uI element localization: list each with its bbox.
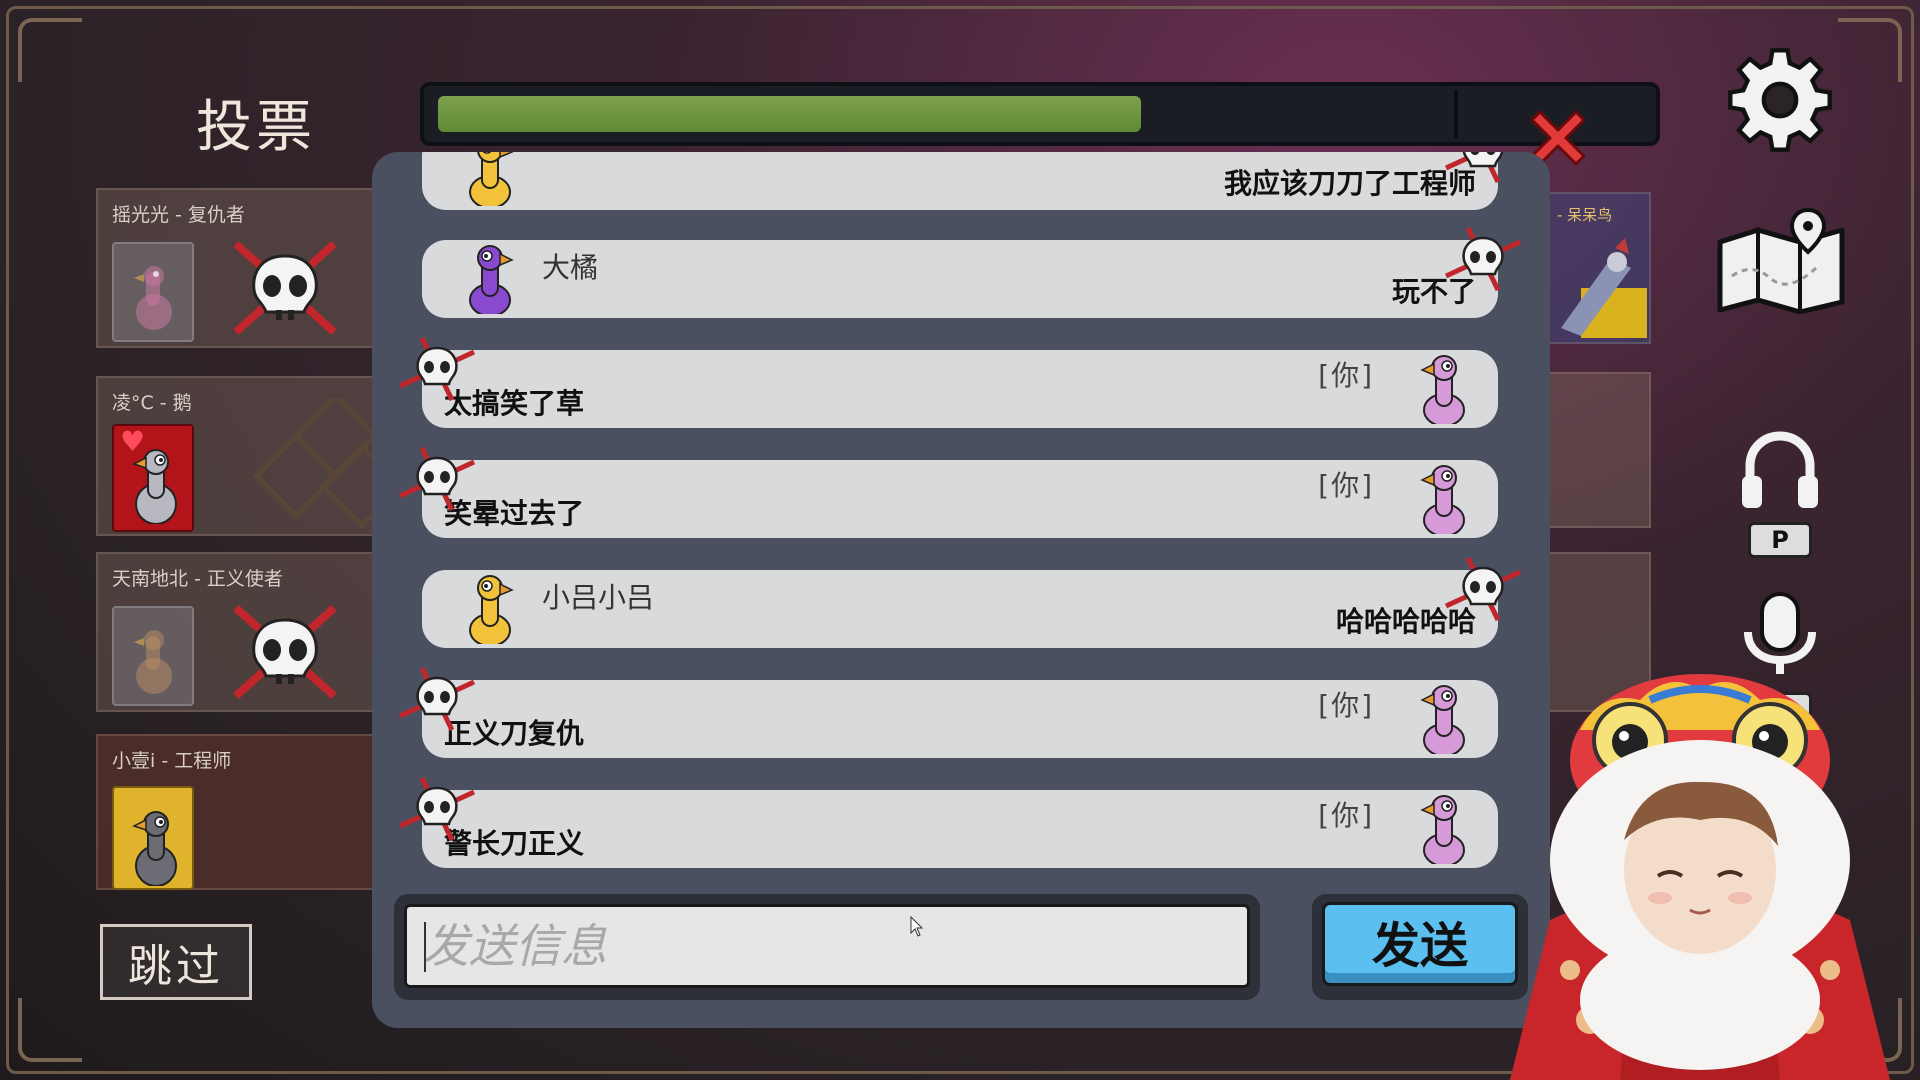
player-portrait [112,786,194,890]
chat-message-input[interactable] [404,904,1250,988]
streamer-avatar [1510,674,1890,1080]
goose-avatar-icon [1416,348,1468,428]
goose-avatar-icon [1416,458,1468,538]
map-icon[interactable] [1712,206,1852,314]
text-caret [424,922,426,972]
skip-vote-button[interactable]: 跳过 [100,924,252,1000]
chat-message: 小吕小吕 哈哈哈哈哈 [422,556,1522,648]
player-portrait-art [1561,238,1647,338]
goose-avatar-icon [466,238,518,318]
player-label: 摇光光 - 复仇者 [112,204,245,226]
chat-message: [你] 警长刀正义 [398,776,1498,868]
dead-skull-icon [1442,226,1524,292]
frame-corner [1838,18,1902,82]
mouse-cursor-icon [910,916,924,937]
player-portrait: ♥ [112,424,194,532]
chat-message: 我应该刀刀了工程师 [422,152,1504,210]
frame-corner [18,18,82,82]
dead-skull-icon [233,605,337,699]
chat-message-text: 我应该刀刀了工程师 [1223,167,1476,200]
chat-message: 大橘 玩不了 [422,226,1522,318]
chat-message: [你] 正义刀复仇 [398,666,1498,758]
timer-divider [1454,90,1458,138]
goose-avatar-icon [1416,678,1468,758]
player-card[interactable] [1545,372,1651,528]
chat-input-frame [394,894,1260,1000]
frame-corner [18,998,82,1062]
push-to-talk-key-badge: P [1748,522,1812,558]
player-label: - 呆呆鸟 [1557,206,1613,224]
dead-skull-icon [396,776,478,842]
player-card[interactable]: 小壹i - 工程师 [96,734,396,890]
you-tag: [你] [1314,469,1376,502]
dead-skull-icon [1442,556,1524,622]
player-card[interactable]: 摇光光 - 复仇者 [96,188,396,348]
player-card[interactable]: 天南地北 - 正义使者 [96,552,396,712]
player-card[interactable]: - 呆呆鸟 [1545,192,1651,344]
chat-sender-name: 小吕小吕 [542,581,655,614]
vote-timer-fill [438,96,1141,132]
settings-gear-icon[interactable] [1726,46,1834,154]
goose-icon [132,811,177,886]
you-tag: [你] [1314,799,1376,832]
player-portrait [112,242,194,342]
dead-skull-icon [233,241,337,335]
dead-skull-icon [396,336,478,402]
chat-message-list[interactable]: 我应该刀刀了工程师 大橘 玩不了 [你] 太搞笑了草 [你] 笑晕过去了 小吕小… [372,152,1550,874]
page-title: 投票 [196,95,316,160]
chat-message: [你] 笑晕过去了 [398,446,1498,538]
dead-skull-icon [396,446,478,512]
goose-icon [134,266,172,330]
you-tag: [你] [1314,359,1376,392]
goose-avatar-icon [1416,788,1468,868]
headset-icon[interactable] [1738,428,1822,512]
you-tag: [你] [1314,689,1376,722]
player-label: 天南地北 - 正义使者 [112,568,283,590]
dead-skull-icon [1442,152,1524,184]
vote-timer-bar [420,82,1660,146]
microphone-icon[interactable] [1736,590,1824,680]
player-portrait [112,606,194,706]
goose-avatar-icon [466,568,518,648]
chat-sender-name: 大橘 [542,251,599,284]
goose-icon [132,449,177,524]
player-label: 凌°C - 鹅 [112,392,192,414]
player-card[interactable]: 凌°C - 鹅 ♥ [96,376,398,536]
chat-message: [你] 太搞笑了草 [398,336,1498,428]
dead-skull-icon [396,666,478,732]
goose-avatar-icon [466,152,518,210]
chat-panel: 我应该刀刀了工程师 大橘 玩不了 [你] 太搞笑了草 [你] 笑晕过去了 小吕小… [372,152,1550,1028]
goose-icon [134,630,172,694]
player-label: 小壹i - 工程师 [112,750,232,772]
